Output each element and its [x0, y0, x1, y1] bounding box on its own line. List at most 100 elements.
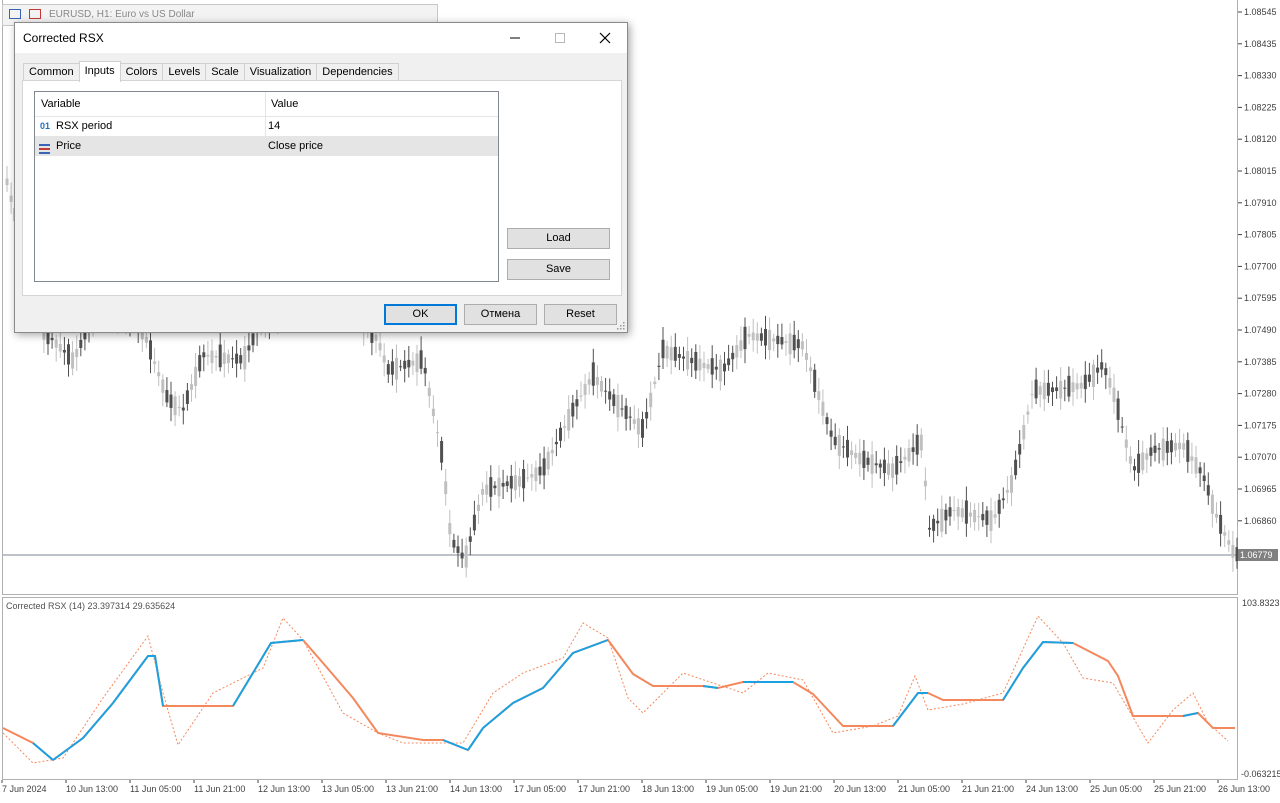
time-label: 26 Jun 13:00: [1218, 784, 1270, 794]
candle-body: [190, 384, 193, 390]
time-label: 14 Jun 13:00: [450, 784, 502, 794]
price-scale[interactable]: 1.08545 1.08435 1.08330 1.08225 1.08120 1.080…: [1238, 0, 1280, 595]
candle-body: [604, 390, 608, 392]
column-separator[interactable]: [265, 92, 266, 156]
candle-body: [702, 362, 706, 369]
price-label: 1.07280: [1244, 389, 1277, 399]
candle-body: [181, 407, 185, 411]
candle-body: [169, 394, 173, 408]
time-label: 21 Jun 21:00: [962, 784, 1014, 794]
save-button[interactable]: Save: [507, 259, 610, 280]
maximize-button[interactable]: [537, 23, 582, 53]
chart-symbol-icon: [29, 9, 41, 19]
candle-body: [1145, 453, 1149, 460]
tab-inputs[interactable]: Inputs: [78, 61, 121, 82]
integer-param-icon: 01: [40, 121, 51, 131]
tab-common[interactable]: Common: [23, 63, 80, 81]
candle-body: [636, 418, 640, 435]
candle-body: [620, 408, 624, 410]
dialog-titlebar[interactable]: Corrected RSX: [15, 23, 627, 53]
candle-body: [997, 499, 1001, 514]
tab-visualization[interactable]: Visualization: [243, 63, 318, 81]
candle-body: [550, 449, 554, 454]
reset-button[interactable]: Reset: [544, 304, 617, 325]
candle-body: [407, 359, 411, 368]
indicator-window[interactable]: [2, 597, 1238, 780]
candle-body: [518, 476, 521, 487]
candle-body: [645, 412, 649, 419]
table-row[interactable]: Price Close price: [35, 136, 498, 156]
candle-body: [210, 350, 214, 363]
cancel-button[interactable]: Отмена: [464, 304, 537, 325]
candle-body: [796, 339, 800, 349]
candle-body: [718, 359, 722, 382]
candle-body: [1001, 498, 1005, 501]
tab-dependencies[interactable]: Dependencies: [316, 63, 399, 81]
candle-body: [870, 454, 874, 474]
param-name: Price: [56, 140, 82, 152]
candle-body: [194, 366, 198, 386]
candle-body: [149, 340, 152, 360]
candle-body: [850, 450, 854, 456]
time-axis[interactable]: 7 Jun 2024 10 Jun 13:00 11 Jun 05:00 11 Jun…: [0, 780, 1280, 800]
time-label: 25 Jun 21:00: [1154, 784, 1206, 794]
candle-body: [841, 446, 845, 448]
candle-body: [755, 333, 759, 341]
load-button[interactable]: Load: [507, 228, 610, 249]
current-price-tag: 1.06779: [1238, 549, 1278, 561]
header-value[interactable]: Value: [271, 94, 298, 114]
candle-body: [1227, 540, 1231, 545]
candle-body: [928, 527, 931, 530]
tab-levels[interactable]: Levels: [162, 63, 207, 81]
candle-body: [1194, 457, 1198, 474]
time-axis-labels: 7 Jun 2024 10 Jun 13:00 11 Jun 05:00 11 Jun…: [1, 780, 1270, 794]
header-variable[interactable]: Variable: [41, 94, 81, 114]
candle-body: [993, 514, 997, 518]
inputs-table[interactable]: Variable Value 01 RSX period 14 Price Cl…: [34, 91, 499, 282]
candle-body: [1165, 441, 1169, 453]
tab-scale[interactable]: Scale: [205, 63, 245, 81]
param-value[interactable]: 14: [268, 116, 280, 136]
candle-body: [415, 353, 419, 373]
maximize-icon: [554, 33, 565, 43]
param-value[interactable]: Close price: [268, 136, 323, 156]
candle-body: [1206, 485, 1210, 496]
price-label: 1.07385: [1244, 357, 1277, 367]
candle-body: [710, 358, 714, 375]
candle-body: [673, 346, 677, 361]
candle-body: [1174, 442, 1177, 451]
candle-body: [915, 434, 919, 455]
candle-body: [698, 358, 702, 371]
candle-body: [895, 455, 899, 475]
candle-body: [231, 358, 234, 360]
candle-body: [431, 408, 435, 417]
candle-body: [9, 195, 13, 202]
candle-body: [1223, 532, 1227, 536]
candle-body: [464, 545, 468, 568]
table-row[interactable]: 01 RSX period 14: [35, 116, 498, 136]
candle-body: [153, 361, 157, 364]
rsx-up-line: [1002, 640, 1074, 701]
candle-body: [764, 328, 767, 346]
candle-body: [1005, 490, 1009, 493]
candle-body: [444, 481, 448, 495]
candle-body: [825, 417, 829, 425]
candle-body: [682, 356, 685, 359]
ok-button[interactable]: OK: [384, 304, 457, 325]
candle-body: [427, 387, 431, 397]
time-label: 13 Jun 05:00: [322, 784, 374, 794]
candle-body: [821, 401, 825, 416]
indicator-scale[interactable]: 103.8323 -0.063215: [1238, 597, 1280, 780]
time-label: 17 Jun 21:00: [578, 784, 630, 794]
candle-body: [144, 336, 148, 343]
tab-colors[interactable]: Colors: [119, 63, 164, 81]
candle-body: [829, 430, 833, 437]
close-button[interactable]: [582, 23, 627, 53]
candle-body: [554, 441, 558, 445]
price-label: 1.06860: [1244, 516, 1277, 526]
resize-grip-icon[interactable]: [617, 322, 625, 330]
candle-body: [1034, 379, 1038, 399]
candle-body: [251, 333, 255, 346]
candle-body: [981, 514, 985, 521]
minimize-button[interactable]: [492, 23, 537, 53]
